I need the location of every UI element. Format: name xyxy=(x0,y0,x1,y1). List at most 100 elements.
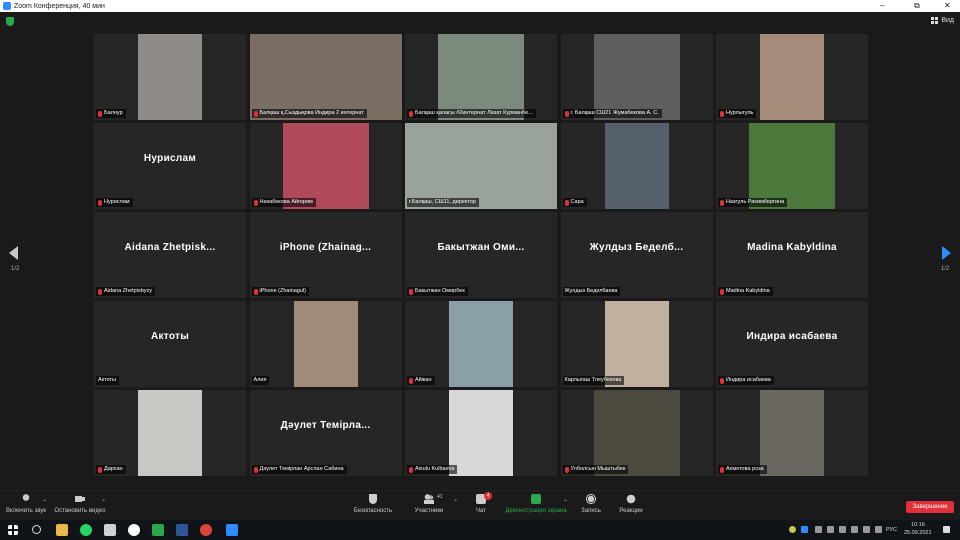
window-title: Zoom Конференция, 40 мин xyxy=(14,2,105,10)
reactions-button[interactable]: Реакции xyxy=(601,494,661,514)
tray-app-icon[interactable] xyxy=(789,526,796,533)
participant-name-label: Бакытжан Омирбек xyxy=(407,287,468,296)
volume-icon[interactable] xyxy=(875,526,882,533)
end-meeting-button[interactable]: Завершение xyxy=(906,501,954,513)
taskbar-date[interactable]: 25.09.2021 xyxy=(904,530,932,536)
share-screen-label: Демонстрация экрана xyxy=(505,508,567,514)
media-player-icon[interactable] xyxy=(104,524,116,536)
participant-tile[interactable]: Низабекова Айгерим xyxy=(249,123,402,209)
participant-tile[interactable]: Бакытжан Оми... Бакытжан Омирбек xyxy=(405,212,557,298)
maximize-button[interactable]: ⧉ xyxy=(914,0,920,12)
participant-tile[interactable]: г. Балқаш СШ21 Жумабекова А. С. xyxy=(560,34,713,120)
minimize-button[interactable]: – xyxy=(880,0,884,12)
participant-tile[interactable]: Aisulu Kulbaeva xyxy=(405,390,557,476)
participant-tile[interactable]: Нурислам Нурислам xyxy=(94,123,246,209)
gallery-grid-icon xyxy=(931,17,939,24)
battery-icon[interactable] xyxy=(851,526,858,533)
participant-tile[interactable]: Назгуль Рахимбергина xyxy=(716,123,868,209)
muted-mic-icon xyxy=(720,466,724,473)
participant-tile[interactable]: Карлыгаш Тлеубекова xyxy=(560,301,713,387)
next-page-arrow-icon[interactable] xyxy=(942,246,951,260)
participant-tile[interactable]: Дархан xyxy=(94,390,246,476)
participant-name-label: Нурлыгуль xyxy=(718,109,757,118)
tray-zoom-icon[interactable] xyxy=(801,526,808,533)
participant-name-label: Балқаш қ,Сыздықова Индира 2 интернат xyxy=(251,109,367,118)
participant-tile[interactable]: Балқаш қаласы #2интернат Лазат Курманбе.… xyxy=(405,34,557,120)
yandex-browser-icon[interactable] xyxy=(128,524,140,536)
participant-tile[interactable]: Нурлыгуль xyxy=(716,34,868,120)
participant-tile[interactable]: Балқаш қ,Сыздықова Индира 2 интернат xyxy=(249,34,402,120)
window-titlebar: Zoom Конференция, 40 мин – ⧉ ✕ xyxy=(0,0,960,12)
participant-tile[interactable]: Балнур xyxy=(94,34,246,120)
muted-mic-icon xyxy=(98,199,102,206)
participant-video xyxy=(760,390,824,476)
participants-button[interactable]: Участники xyxy=(399,494,459,514)
participant-name: Дархан xyxy=(104,466,123,472)
participant-tile[interactable]: Жулдыз Беделб... Жулдыз Беделбаева xyxy=(560,212,713,298)
keyboard-language[interactable]: РУС xyxy=(886,527,897,533)
whatsapp-icon[interactable] xyxy=(80,524,92,536)
muted-mic-icon xyxy=(98,288,102,295)
share-screen-icon xyxy=(531,494,541,504)
participant-name-label: Балқаш қаласы #2интернат Лазат Курманбе.… xyxy=(407,109,536,118)
participant-tile[interactable]: Улболсын Мыштыбек xyxy=(560,390,713,476)
word-icon[interactable] xyxy=(176,524,188,536)
taskbar-app-icon[interactable] xyxy=(152,524,164,536)
muted-mic-icon xyxy=(98,466,102,473)
participant-name-label: Айжан xyxy=(407,376,435,385)
unmute-button[interactable]: Включить звук xyxy=(0,494,56,514)
search-icon[interactable] xyxy=(32,525,41,534)
participant-tile-active-speaker[interactable]: г.Балқаш, СШ11, директор xyxy=(405,123,557,209)
zoom-taskbar-icon[interactable] xyxy=(226,524,238,536)
participant-name-label: Балнур xyxy=(96,109,126,118)
audio-options-caret-icon[interactable]: ⌃ xyxy=(42,499,47,506)
reactions-label: Реакции xyxy=(619,508,643,514)
participant-tile[interactable]: Дәулет Темірла... Дәулет Темірлан Арслан … xyxy=(249,390,402,476)
participant-video xyxy=(249,34,402,120)
chrome-icon[interactable] xyxy=(200,524,212,536)
file-explorer-icon[interactable] xyxy=(56,524,68,536)
participant-tile[interactable]: Алия xyxy=(249,301,402,387)
participant-tile[interactable]: Aidana Zhetpisk... Aidana Zhetpisbyzy xyxy=(94,212,246,298)
record-icon xyxy=(586,494,596,504)
participant-tile[interactable]: Актоты Актоты xyxy=(94,301,246,387)
tray-meet-icon[interactable] xyxy=(827,526,834,533)
participant-display-name: Нурислам xyxy=(143,153,197,164)
participant-tile[interactable]: iPhone (Zhainag... iPhone (Zhainagul) xyxy=(249,212,402,298)
participant-tile[interactable]: Madina Kabyldina Madina Kabyldina xyxy=(716,212,868,298)
network-icon[interactable] xyxy=(863,526,870,533)
participant-name-label: Актоты xyxy=(96,376,120,385)
notification-center-icon[interactable] xyxy=(943,526,950,533)
stop-video-label: Остановить видео xyxy=(54,508,106,514)
participant-name-label: Улболсын Мыштыбек xyxy=(562,465,629,474)
encryption-shield-icon[interactable] xyxy=(6,17,14,26)
participant-name-label: Назгуль Рахимбергина xyxy=(718,198,788,207)
participant-name-label: Madina Kabyldina xyxy=(718,287,773,296)
participant-tile[interactable]: Сара xyxy=(560,123,713,209)
close-button[interactable]: ✕ xyxy=(944,0,951,12)
windows-taskbar: РУС 10:16 25.09.2021 xyxy=(0,520,960,540)
windows-start-icon[interactable] xyxy=(8,525,18,535)
muted-mic-icon xyxy=(253,466,258,473)
participant-name: iPhone (Zhainagul) xyxy=(259,288,306,294)
participant-tile[interactable]: Ахметова роза xyxy=(716,390,868,476)
tray-file-icon[interactable] xyxy=(815,526,822,533)
security-button[interactable]: Безопасность xyxy=(343,494,403,514)
taskbar-time[interactable]: 10:16 xyxy=(911,522,925,528)
participant-name-label: Низабекова Айгерим xyxy=(251,198,316,207)
participant-name-label: Ахметова роза xyxy=(718,465,767,474)
participant-video xyxy=(138,390,202,476)
participants-label: Участники xyxy=(414,508,444,514)
record-label: Запись xyxy=(581,508,601,514)
muted-mic-icon xyxy=(409,466,413,473)
video-options-caret-icon[interactable]: ⌃ xyxy=(101,499,106,506)
previous-page-arrow-icon[interactable] xyxy=(9,246,18,260)
unmute-label: Включить звук xyxy=(5,508,46,514)
tray-chevron-icon[interactable] xyxy=(839,526,846,533)
participant-tile[interactable]: Индира исабаева Индира исабаева xyxy=(716,301,868,387)
participants-count: 41 xyxy=(437,494,443,500)
participant-video xyxy=(293,301,358,387)
view-button[interactable]: Вид xyxy=(931,17,954,24)
participant-tile[interactable]: Айжан xyxy=(405,301,557,387)
muted-mic-icon xyxy=(253,110,258,117)
